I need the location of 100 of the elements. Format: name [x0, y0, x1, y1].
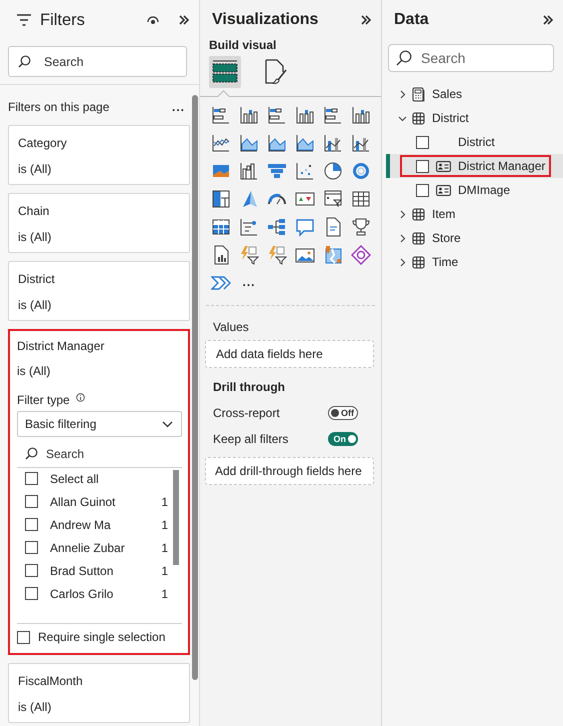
chevron-right-icon[interactable] [398, 90, 407, 98]
section-label: Build visual [208, 38, 278, 52]
funnel-icon[interactable] [267, 161, 287, 181]
slicer-icon[interactable] [323, 189, 343, 209]
chevron-down-icon[interactable] [398, 114, 407, 122]
table-name[interactable]: Time [432, 255, 458, 269]
waterfall-chart-icon[interactable] [239, 161, 259, 181]
table-icon [412, 256, 425, 268]
lightning-filter-icon[interactable] [239, 245, 259, 265]
contact-card-icon [436, 184, 451, 196]
field-name: District [458, 135, 495, 149]
filter-card[interactable]: Category is (All) [8, 125, 190, 185]
line-chart-icon[interactable] [211, 133, 231, 153]
collapse-icon[interactable] [543, 15, 553, 25]
field-row[interactable]: DMImage [386, 178, 563, 202]
filter-type-dropdown[interactable]: Basic filtering [17, 411, 182, 437]
matrix-icon[interactable] [211, 217, 231, 237]
decomposition-tree-icon[interactable] [267, 217, 287, 237]
bar-chart-icon[interactable] [211, 105, 231, 125]
table-name[interactable]: Store [432, 231, 461, 245]
area-chart-icon[interactable] [239, 133, 259, 153]
collapse-icon[interactable] [179, 15, 189, 25]
filter-card[interactable]: Chain is (All) [8, 193, 190, 253]
more-visuals[interactable]: ... [239, 273, 259, 293]
checkbox[interactable] [25, 564, 38, 577]
bar-chart-icon[interactable] [267, 105, 287, 125]
area-chart-icon[interactable] [295, 133, 315, 153]
checkbox[interactable] [25, 518, 38, 531]
pie-chart-icon[interactable] [323, 161, 343, 181]
scrollbar[interactable] [173, 470, 179, 565]
build-visual-tab[interactable] [209, 56, 241, 88]
chevron-right-icon[interactable] [398, 234, 407, 242]
filter-field: Chain [18, 204, 180, 219]
filter-summary: is (All) [17, 364, 52, 379]
lightning-filter-icon[interactable] [267, 245, 287, 265]
value-count: 1 [161, 518, 168, 532]
search-field[interactable]: Search [388, 44, 554, 72]
calculator-icon [412, 86, 425, 102]
filter-summary: is (All) [18, 162, 52, 177]
section-title: Drill through [213, 380, 286, 395]
drop-zone[interactable]: Add data fields here [205, 340, 374, 368]
table-icon [412, 112, 425, 124]
column-chart-icon[interactable] [351, 105, 371, 125]
section-label: Filters on this page [8, 100, 110, 116]
trophy-icon[interactable] [351, 217, 371, 237]
donut-chart-icon[interactable] [351, 161, 371, 181]
checkbox[interactable] [416, 136, 429, 148]
filter-summary: is (All) [18, 700, 52, 715]
table-name[interactable]: Sales [432, 87, 462, 101]
field-row[interactable]: District [386, 130, 563, 154]
table-name[interactable]: Item [432, 207, 456, 221]
table-icon[interactable] [351, 189, 371, 209]
chevron-right-icon[interactable] [398, 258, 407, 266]
pane-title: Filters [40, 10, 86, 30]
eye-icon[interactable] [147, 16, 159, 24]
checkbox[interactable] [416, 184, 429, 196]
area-chart-icon[interactable] [267, 133, 287, 153]
speech-bubble-icon[interactable] [295, 217, 315, 237]
combo-chart-icon[interactable] [323, 133, 343, 153]
search-icon [25, 447, 38, 460]
pane-title: Visualizations [212, 11, 320, 29]
collapse-icon[interactable] [361, 15, 371, 25]
contact-card-icon [436, 160, 451, 172]
scatter-chart-icon[interactable] [295, 161, 315, 181]
checkbox[interactable] [416, 160, 429, 172]
toggle-label: Cross-report [213, 406, 280, 420]
column-chart-icon[interactable] [295, 105, 315, 125]
search-field[interactable]: Search [8, 46, 187, 77]
scrollbar[interactable] [192, 95, 198, 680]
combo-chart-icon[interactable] [351, 133, 371, 153]
table-icon [412, 232, 425, 244]
checkbox[interactable] [25, 541, 38, 554]
section-label: Values [213, 320, 250, 335]
pane-title: Data [394, 11, 430, 29]
bar-chart-icon[interactable] [323, 105, 343, 125]
search-field[interactable]: Search [17, 445, 182, 463]
filter-type-label: Filter type [17, 393, 70, 407]
table-name[interactable]: District [432, 111, 469, 125]
filter-card[interactable]: District Manager is (All) Filter type Basic filtering Search Select all Allan Guinot 1 Andrew Ma 1 Annelie Zubar 1 Brad Sutton 1 Carlos Grilo 1 Require single selection [8, 329, 190, 655]
value-label: Allan Guinot [50, 494, 116, 508]
filter-field: District Manager [17, 339, 182, 354]
treemap-icon[interactable] [211, 189, 231, 209]
filter-card[interactable]: District is (All) [8, 261, 190, 321]
column-chart-icon[interactable] [239, 105, 259, 125]
checkbox[interactable] [17, 630, 30, 644]
key-influencers-icon[interactable] [239, 217, 259, 237]
toggle-switch[interactable]: Off [328, 406, 358, 420]
toggle-switch[interactable]: On [328, 432, 358, 446]
checkbox[interactable] [25, 472, 38, 485]
diamond-icon[interactable] [351, 245, 371, 265]
field-row[interactable]: District Manager [386, 154, 563, 178]
more-options[interactable]: ... [172, 100, 185, 116]
filter-card[interactable]: FiscalMonth is (All) [8, 663, 190, 723]
drop-zone[interactable]: Add drill-through fields here [205, 457, 374, 485]
map-icon[interactable] [323, 245, 343, 265]
checkbox[interactable] [25, 587, 38, 600]
toggle-label: Keep all filters [213, 432, 288, 446]
checkbox[interactable] [25, 495, 38, 508]
search-icon [18, 55, 31, 68]
chevron-right-icon[interactable] [398, 210, 407, 218]
